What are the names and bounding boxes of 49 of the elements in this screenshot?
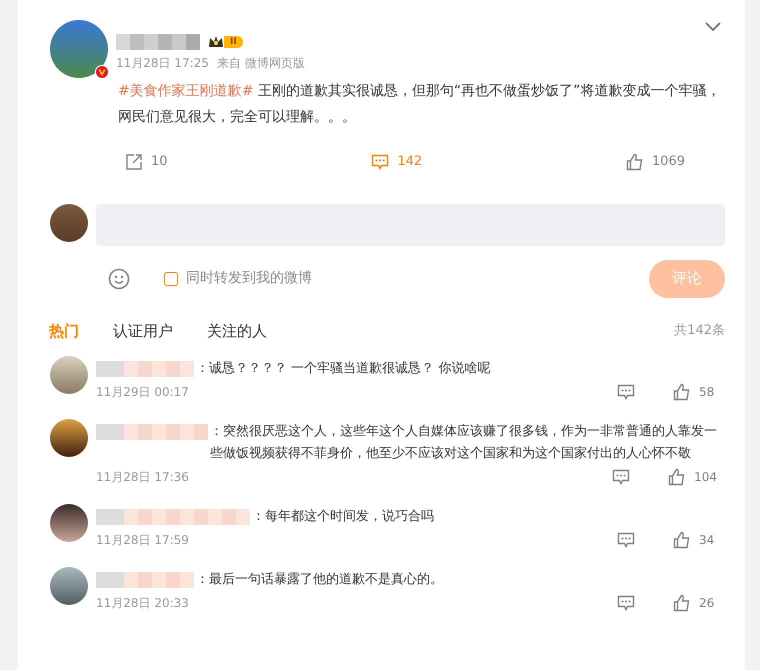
thumbs-up-icon — [626, 152, 644, 171]
comment-time: 11月28日 17:36 — [96, 469, 189, 486]
like-button[interactable]: 34 — [673, 531, 717, 549]
level-badge: II — [224, 36, 243, 48]
like-button[interactable]: 104 — [668, 468, 717, 486]
comment-text: ：每年都这个时间发，说巧合吗 — [252, 508, 434, 526]
comment-time: 11月28日 20:33 — [96, 595, 189, 612]
filter-tab[interactable]: 热门 — [49, 320, 79, 342]
comment-icon — [617, 594, 635, 612]
also-repost-checkbox[interactable]: 同时转发到我的微博 — [164, 268, 312, 289]
thumbs-up-icon — [673, 594, 691, 612]
comment-icon — [371, 152, 390, 171]
avatar-photo — [50, 356, 88, 394]
smiley-icon[interactable] — [108, 268, 130, 290]
post-text: #美食作家王刚道歉# 王刚的道歉其实很诚恳，但那句“再也不做蛋炒饭了”将道歉变成一个牢骚，网民们意见很大，完全可以理解。。。 — [118, 82, 722, 127]
thumbs-up-icon — [673, 383, 691, 401]
dropdown-caret-icon[interactable] — [705, 22, 721, 32]
comment-time: 11月28日 17:59 — [96, 532, 189, 549]
repost-button[interactable]: 10 — [125, 152, 168, 172]
reply-button[interactable] — [617, 383, 635, 401]
like-button[interactable]: 58 — [673, 383, 717, 401]
hashtag-link[interactable]: #美食作家王刚道歉# — [118, 83, 254, 99]
thumbs-up-icon — [668, 468, 686, 486]
avatar-photo — [50, 504, 88, 542]
avatar-photo — [50, 20, 108, 78]
avatar-photo — [50, 567, 88, 605]
comment-text: ：诚恳？？？？ 一个牢骚当道歉很诚恳？ 你说啥呢 — [196, 360, 490, 378]
reply-button[interactable] — [617, 531, 635, 549]
like-button[interactable]: 26 — [673, 594, 717, 612]
reply-button[interactable] — [612, 468, 630, 486]
comment-text: ：最后一句话暴露了他的道歉不是真心的。 — [196, 571, 443, 589]
reply-button[interactable] — [617, 594, 635, 612]
crown-icon — [208, 35, 224, 49]
comment-icon — [617, 531, 635, 549]
comment-time: 11月29日 00:17 — [96, 384, 189, 401]
like-button[interactable]: 1069 — [626, 152, 685, 172]
comment-icon — [617, 383, 635, 401]
comment-icon — [612, 468, 630, 486]
comment-total: 共142条 — [674, 322, 725, 340]
post-time: 11月28日 17:25 — [116, 55, 209, 72]
share-icon — [125, 152, 143, 171]
avatar-photo — [50, 419, 88, 457]
comment-button[interactable]: 142 — [371, 152, 422, 172]
filter-tab[interactable]: 认证用户 — [113, 320, 173, 342]
comment-text: ：突然很厌恶这个人，这些年这个人自媒体应该赚了很多钱，作为一非常普通的人靠发一些做饭视频获得不菲身价，他至少不应该对这个国家和为这个国家付出的人心怀不敬 — [210, 422, 718, 463]
thumbs-up-icon — [673, 531, 691, 549]
avatar-photo — [50, 204, 88, 242]
filter-tab[interactable]: 关注的人 — [207, 320, 267, 342]
post-source: 来自 微博网页版 — [216, 55, 305, 72]
